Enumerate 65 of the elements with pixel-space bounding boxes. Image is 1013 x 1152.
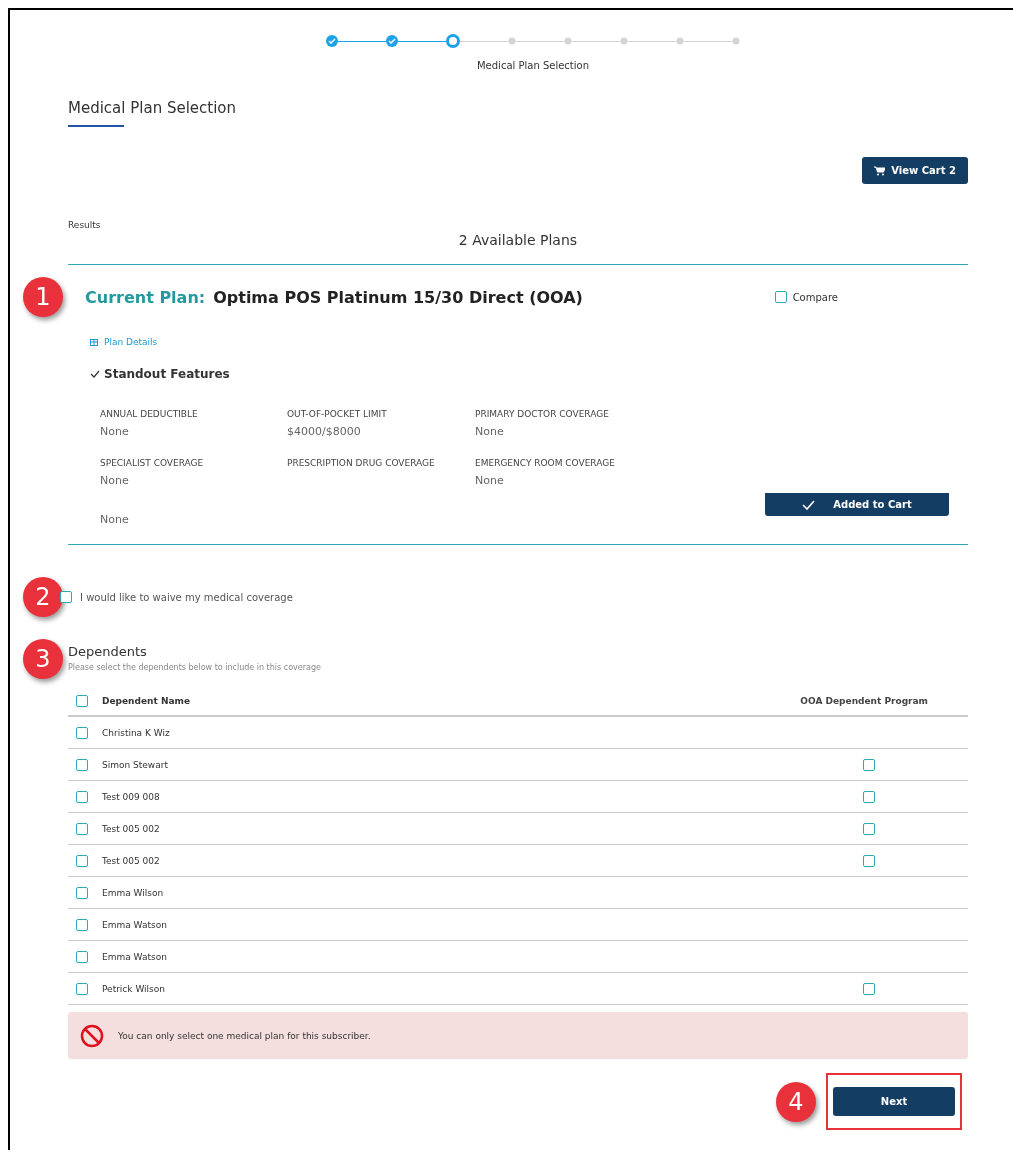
added-to-cart-button[interactable]: Added to Cart xyxy=(765,493,949,516)
feature-value: None xyxy=(100,474,130,487)
feature-value: None xyxy=(475,474,505,487)
dependent-checkbox[interactable] xyxy=(76,822,88,835)
check-icon xyxy=(90,370,100,378)
select-all-checkbox[interactable] xyxy=(76,695,88,707)
waiver-label: I would like to waive my medical coverage xyxy=(80,591,293,603)
title-underline xyxy=(68,125,124,127)
dependent-checkbox[interactable] xyxy=(76,982,88,995)
callout-badge: 3 xyxy=(23,639,63,679)
feature-label: OUT-OF-POCKET LIMIT xyxy=(287,409,388,419)
feature-value: None xyxy=(475,425,505,438)
dependents-title: Dependents xyxy=(68,644,148,659)
dependent-checkbox[interactable] xyxy=(76,918,88,931)
column-header: OOA Dependent Program xyxy=(800,696,929,706)
dependents-subtitle: Please select the dependents below to include in this coverage xyxy=(68,663,321,672)
dependent-name: Simon Stewart xyxy=(102,759,168,770)
feature-value: $4000/$8000 xyxy=(287,425,362,438)
ooa-checkbox[interactable] xyxy=(863,854,875,867)
feature-label: PRESCRIPTION DRUG COVERAGE xyxy=(287,458,436,468)
view-cart-button[interactable]: View Cart 2 xyxy=(862,157,968,184)
dependent-name: Emma Watson xyxy=(102,951,167,962)
feature-label: ANNUAL DEDUCTIBLE xyxy=(100,409,199,419)
dependent-checkbox[interactable] xyxy=(76,790,88,803)
step-label: Medical Plan Selection xyxy=(476,60,590,71)
results-count: 2 Available Plans xyxy=(457,232,579,248)
plan-label: Current Plan: xyxy=(85,287,206,307)
ooa-checkbox[interactable] xyxy=(863,822,875,835)
results-label: Results xyxy=(68,220,102,230)
page-title: Medical Plan Selection xyxy=(68,99,237,117)
compare-checkbox[interactable] xyxy=(774,291,787,303)
cart-icon xyxy=(874,165,886,176)
dependent-checkbox[interactable] xyxy=(76,726,88,739)
feature-label: SPECIALIST COVERAGE xyxy=(100,458,205,468)
feature-label: EMERGENCY ROOM COVERAGE xyxy=(475,458,616,468)
ooa-checkbox[interactable] xyxy=(863,982,875,995)
column-header: Dependent Name xyxy=(102,696,190,706)
callout-badge: 2 xyxy=(23,577,63,617)
dependent-name: Emma Watson xyxy=(102,919,167,930)
ooa-checkbox[interactable] xyxy=(863,758,875,771)
dependent-name: Test 005 002 xyxy=(102,855,160,866)
prohibited-icon xyxy=(80,1023,104,1048)
dependent-name: Petrick Wilson xyxy=(102,983,165,994)
next-button[interactable]: Next xyxy=(833,1087,955,1116)
dependent-name: Christina K Wiz xyxy=(102,727,170,738)
check-icon xyxy=(802,499,816,510)
dependent-name: Test 005 002 xyxy=(102,823,160,834)
dependent-checkbox[interactable] xyxy=(76,758,88,771)
dependent-name: Test 009 008 xyxy=(102,791,160,802)
waiver-checkbox[interactable] xyxy=(60,591,72,603)
compare-label: Compare xyxy=(792,291,838,303)
feature-value: None xyxy=(100,513,130,526)
dependent-name: Emma Wilson xyxy=(102,887,164,898)
callout-badge: 4 xyxy=(776,1081,816,1122)
plan-name: Optima POS Platinum 15/30 Direct (OOA) xyxy=(213,287,583,307)
alert-message: You can only select one medical plan for this subscriber. xyxy=(118,1030,371,1041)
feature-value: None xyxy=(100,425,130,438)
dependent-checkbox[interactable] xyxy=(76,854,88,867)
table-icon xyxy=(90,338,98,346)
features-title: Standout Features xyxy=(104,367,230,381)
ooa-checkbox[interactable] xyxy=(863,790,875,803)
dependent-checkbox[interactable] xyxy=(76,886,88,899)
feature-label: PRIMARY DOCTOR COVERAGE xyxy=(475,409,610,419)
callout-badge: 1 xyxy=(23,277,63,317)
dependent-checkbox[interactable] xyxy=(76,950,88,963)
